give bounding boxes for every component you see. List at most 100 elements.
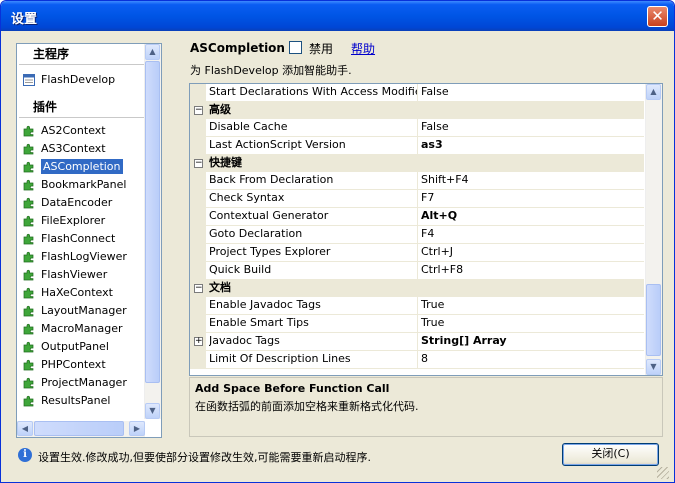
property-row[interactable]: Contextual Generator Alt+Q bbox=[190, 208, 644, 226]
puzzle-icon bbox=[23, 125, 34, 137]
property-value[interactable]: Alt+Q bbox=[421, 208, 457, 224]
disable-checkbox[interactable] bbox=[289, 41, 302, 54]
grid-vertical-scrollbar[interactable]: ▲ ▼ bbox=[645, 84, 662, 375]
property-grid: Start Declarations With Access Modifiers… bbox=[189, 83, 663, 376]
property-row[interactable]: Enable Smart Tips True bbox=[190, 315, 644, 333]
tree-item-plugin[interactable]: ASCompletion bbox=[17, 158, 161, 176]
property-rows: Start Declarations With Access Modifiers… bbox=[190, 84, 644, 369]
dialog-client: 主程序 FlashDevelop 插件 AS2Context AS3Context… bbox=[4, 31, 671, 481]
property-value[interactable]: True bbox=[421, 315, 444, 331]
tree-item-plugin[interactable]: OutputPanel bbox=[17, 338, 161, 356]
tree-vertical-scrollbar[interactable]: ▲ ▼ bbox=[144, 44, 161, 419]
puzzle-icon bbox=[23, 161, 34, 173]
puzzle-icon bbox=[23, 287, 34, 299]
puzzle-icon bbox=[23, 233, 34, 245]
row-gutter bbox=[190, 119, 206, 136]
tree-group-plugins: 插件 bbox=[33, 100, 58, 114]
row-gutter bbox=[190, 84, 206, 101]
puzzle-icon bbox=[23, 395, 34, 407]
puzzle-icon bbox=[23, 251, 34, 263]
property-name: Start Declarations With Access Modifiers bbox=[209, 84, 418, 101]
tree-item-plugin[interactable]: AS2Context bbox=[17, 122, 161, 140]
row-gutter bbox=[190, 208, 206, 225]
collapse-minus-icon[interactable]: − bbox=[194, 106, 203, 115]
help-link[interactable]: 帮助 bbox=[351, 40, 375, 57]
property-value[interactable]: F4 bbox=[421, 226, 434, 242]
tree-item-plugin[interactable]: FlashLogViewer bbox=[17, 248, 161, 266]
expand-plus-icon[interactable]: + bbox=[194, 337, 203, 346]
settings-window: 设置 ✕ 主程序 FlashDevelop 插件 AS2Context AS3Co… bbox=[0, 0, 675, 483]
tree-item-plugin[interactable]: FlashConnect bbox=[17, 230, 161, 248]
property-name: Last ActionScript Version bbox=[209, 137, 418, 154]
tree-item-plugin[interactable]: ProjectManager bbox=[17, 374, 161, 392]
property-value[interactable]: True bbox=[421, 297, 444, 313]
property-value[interactable]: String[] Array bbox=[421, 333, 507, 349]
property-value[interactable]: Shift+F4 bbox=[421, 172, 469, 188]
property-row[interactable]: Disable Cache False bbox=[190, 119, 644, 137]
tree-item-plugin[interactable]: DataEncoder bbox=[17, 194, 161, 212]
scroll-thumb[interactable] bbox=[646, 284, 661, 356]
tree-item-flashdevelop[interactable]: FlashDevelop bbox=[17, 71, 161, 89]
window-title: 设置 bbox=[11, 12, 38, 27]
h-scroll-thumb[interactable] bbox=[34, 421, 124, 436]
tree-item-plugin[interactable]: FileExplorer bbox=[17, 212, 161, 230]
tree-item-plugin[interactable]: AS3Context bbox=[17, 140, 161, 158]
property-value[interactable]: False bbox=[421, 119, 449, 135]
collapse-minus-icon[interactable]: − bbox=[194, 159, 203, 168]
scroll-right-button[interactable]: ▶ bbox=[129, 421, 145, 436]
tree-item-plugin[interactable]: PHPContext bbox=[17, 356, 161, 374]
tree-item-plugin[interactable]: BookmarkPanel bbox=[17, 176, 161, 194]
property-category[interactable]: − 高级 bbox=[190, 102, 644, 119]
scroll-up-button[interactable]: ▲ bbox=[646, 84, 661, 100]
property-row[interactable]: Goto Declaration F4 bbox=[190, 226, 644, 244]
tree-item-label: ResultsPanel bbox=[41, 394, 111, 407]
plugin-tree: 主程序 FlashDevelop 插件 AS2Context AS3Context… bbox=[16, 43, 162, 438]
resize-grip-icon[interactable] bbox=[657, 467, 669, 479]
info-icon: i bbox=[18, 448, 32, 462]
property-value[interactable]: Ctrl+J bbox=[421, 244, 453, 260]
property-row[interactable]: + Javadoc Tags String[] Array bbox=[190, 333, 644, 351]
scroll-up-button[interactable]: ▲ bbox=[145, 44, 160, 60]
window-close-button[interactable]: ✕ bbox=[647, 6, 668, 27]
scroll-thumb[interactable] bbox=[145, 61, 160, 383]
property-row[interactable]: Quick Build Ctrl+F8 bbox=[190, 262, 644, 280]
scroll-left-button[interactable]: ◀ bbox=[17, 421, 33, 436]
property-row[interactable]: Last ActionScript Version as3 bbox=[190, 137, 644, 155]
tree-item-label: FlashViewer bbox=[41, 268, 108, 281]
tree-item-plugin[interactable]: MacroManager bbox=[17, 320, 161, 338]
category-name: 快捷键 bbox=[209, 156, 242, 169]
scroll-down-button[interactable]: ▼ bbox=[646, 359, 661, 375]
scroll-down-button[interactable]: ▼ bbox=[145, 403, 160, 419]
collapse-minus-icon[interactable]: − bbox=[194, 284, 203, 293]
property-category[interactable]: − 快捷键 bbox=[190, 155, 644, 172]
property-name: Project Types Explorer bbox=[209, 244, 418, 261]
disable-label[interactable]: 禁用 bbox=[309, 40, 333, 57]
property-value[interactable]: F7 bbox=[421, 190, 434, 206]
tree-item-plugin[interactable]: LayoutManager bbox=[17, 302, 161, 320]
property-value[interactable]: False bbox=[421, 84, 449, 100]
close-dialog-button[interactable]: 关闭(C) bbox=[562, 443, 659, 466]
tree-horizontal-scrollbar[interactable]: ◀ ▶ bbox=[17, 421, 145, 437]
property-name: Enable Smart Tips bbox=[209, 315, 418, 332]
tree-item-label: PHPContext bbox=[41, 358, 106, 371]
property-row[interactable]: Check Syntax F7 bbox=[190, 190, 644, 208]
tree-item-label: AS2Context bbox=[41, 124, 106, 137]
property-row[interactable]: Project Types Explorer Ctrl+J bbox=[190, 244, 644, 262]
property-category[interactable]: − 文档 bbox=[190, 280, 644, 297]
property-row[interactable]: Enable Javadoc Tags True bbox=[190, 297, 644, 315]
property-value[interactable]: 8 bbox=[421, 351, 428, 367]
puzzle-icon bbox=[23, 323, 34, 335]
property-row[interactable]: Limit Of Description Lines 8 bbox=[190, 351, 644, 369]
property-name: Javadoc Tags bbox=[209, 333, 418, 350]
row-gutter bbox=[190, 137, 206, 154]
property-row[interactable]: Start Declarations With Access Modifiers… bbox=[190, 84, 644, 102]
tree-item-plugin[interactable]: HaXeContext bbox=[17, 284, 161, 302]
property-row[interactable]: Back From Declaration Shift+F4 bbox=[190, 172, 644, 190]
property-value[interactable]: as3 bbox=[421, 137, 443, 153]
tree-item-plugin[interactable]: ResultsPanel bbox=[17, 392, 161, 410]
property-value[interactable]: Ctrl+F8 bbox=[421, 262, 463, 278]
property-description-title: Add Space Before Function Call bbox=[195, 382, 390, 395]
tree-item-plugin[interactable]: FlashViewer bbox=[17, 266, 161, 284]
title-bar[interactable]: 设置 ✕ bbox=[1, 1, 674, 31]
puzzle-icon bbox=[23, 359, 34, 371]
